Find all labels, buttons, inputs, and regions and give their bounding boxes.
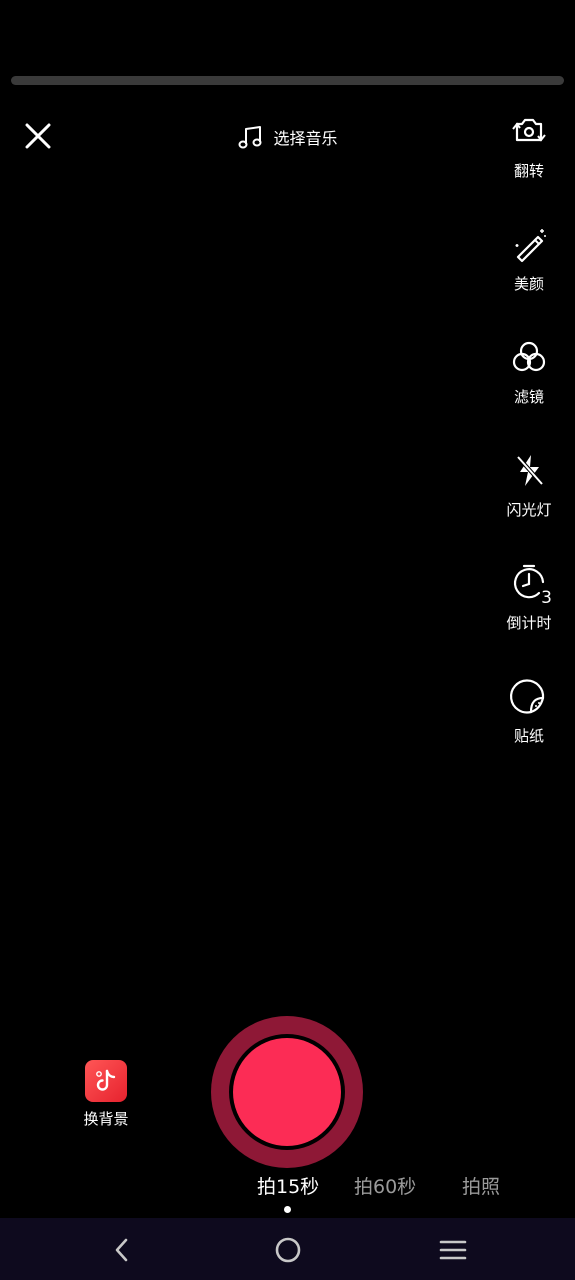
sticker-button[interactable]: 贴纸 bbox=[492, 675, 566, 765]
change-background-label: 换背景 bbox=[83, 1110, 129, 1128]
beauty-label: 美颜 bbox=[513, 275, 544, 293]
flash-button[interactable]: 闪光灯 bbox=[492, 449, 566, 539]
countdown-button[interactable]: 3 倒计时 bbox=[492, 562, 566, 652]
filter-button[interactable]: 滤镜 bbox=[492, 336, 566, 426]
sticker-icon bbox=[509, 679, 545, 714]
countdown-badge: 3 bbox=[541, 588, 552, 608]
music-note-icon bbox=[238, 126, 262, 149]
menu-icon bbox=[439, 1240, 467, 1260]
mode-15s[interactable]: 拍15秒 bbox=[257, 1172, 319, 1199]
select-music-button[interactable]: 选择音乐 bbox=[0, 122, 575, 152]
sticker-label: 贴纸 bbox=[513, 727, 544, 745]
recording-progress-bar bbox=[11, 76, 564, 85]
mode-photo[interactable]: 拍照 bbox=[462, 1172, 500, 1199]
flash-label: 闪光灯 bbox=[506, 501, 552, 519]
mode-60s[interactable]: 拍60秒 bbox=[354, 1172, 416, 1199]
record-button-core bbox=[233, 1038, 341, 1146]
active-mode-indicator bbox=[284, 1206, 291, 1213]
beauty-button[interactable]: 美颜 bbox=[492, 223, 566, 313]
change-background-button[interactable]: 换背景 bbox=[76, 1060, 136, 1129]
camera-flip-icon bbox=[512, 118, 546, 142]
nav-home-button[interactable] bbox=[273, 1235, 303, 1265]
flip-label: 翻转 bbox=[513, 162, 544, 180]
select-music-label: 选择音乐 bbox=[273, 129, 338, 148]
flip-camera-button[interactable]: 翻转 bbox=[492, 110, 566, 200]
record-button[interactable] bbox=[211, 1016, 363, 1168]
magic-wand-icon bbox=[515, 229, 546, 263]
flash-off-icon bbox=[516, 455, 544, 486]
tiktok-logo-icon bbox=[85, 1060, 127, 1102]
filter-circles-icon bbox=[512, 341, 546, 372]
nav-back-button[interactable] bbox=[107, 1235, 137, 1265]
back-icon bbox=[115, 1238, 128, 1262]
system-navigation-bar bbox=[0, 1218, 575, 1280]
countdown-label: 倒计时 bbox=[506, 614, 552, 632]
home-icon bbox=[275, 1237, 301, 1263]
filter-label: 滤镜 bbox=[513, 388, 544, 406]
nav-menu-button[interactable] bbox=[438, 1235, 468, 1265]
